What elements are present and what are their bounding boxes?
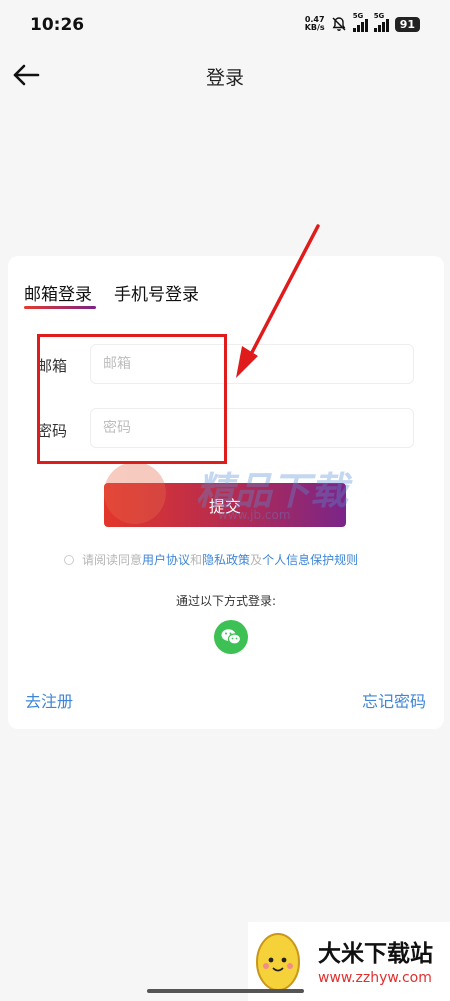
signal-icon: 5G [352,12,368,32]
battery-icon: 91 [394,16,420,32]
status-time: 10:26 [30,15,85,35]
active-tab-indicator [24,306,96,309]
tab-phone-login[interactable]: 手机号登录 [114,280,199,305]
status-bar: 10:26 0.47 KB/s 5G 5G 91 [0,0,450,52]
login-card: 邮箱登录 手机号登录 邮箱 密码 提交 请阅读同意 用户协议 和 隐私政策 及 … [8,256,444,729]
other-login-label: 通过以下方式登录: [175,594,277,608]
network-speed: 0.47 KB/s [304,15,325,32]
agreement-row: 请阅读同意 用户协议 和 隐私政策 及 个人信息保护规则 [64,551,358,568]
submit-button[interactable]: 提交 [104,483,346,527]
user-agreement-link[interactable]: 用户协议 [142,551,190,568]
privacy-policy-link[interactable]: 隐私政策 [202,551,250,568]
mascot-icon [256,933,300,991]
signal-icon-2: 5G [373,12,389,32]
app-header: 登录 [0,52,450,100]
forgot-password-link[interactable]: 忘记密码 [362,688,426,712]
wechat-login-button[interactable] [214,620,248,654]
page-title: 登录 [205,67,244,89]
personal-info-rules-link[interactable]: 个人信息保护规则 [262,551,358,568]
annotation-highlight-box [37,334,227,464]
tab-email-login[interactable]: 邮箱登录 [24,280,92,305]
status-icons: 0.47 KB/s 5G 5G 91 [304,12,420,32]
register-link[interactable]: 去注册 [25,688,73,712]
mute-bell-icon [332,17,346,31]
agreement-checkbox[interactable] [64,554,74,565]
wechat-icon [221,629,242,645]
home-indicator[interactable] [147,989,304,993]
